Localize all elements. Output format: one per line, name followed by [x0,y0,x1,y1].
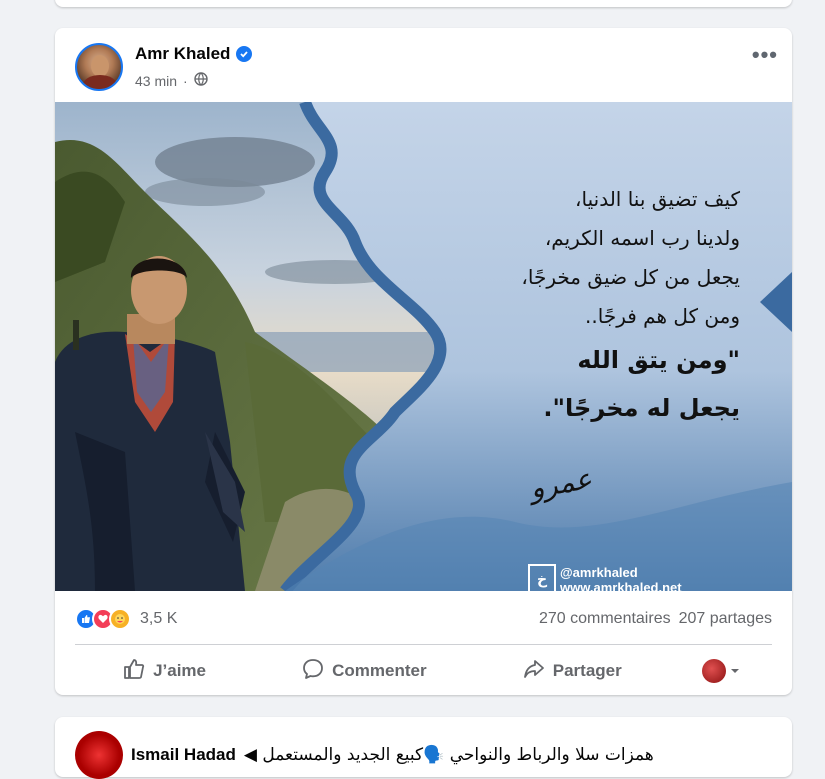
post-time[interactable]: 43 min [135,73,177,89]
author-avatar[interactable] [75,43,123,91]
post-actions: J’aime Commenter Partager [75,653,772,689]
caption-line-2: ولدينا رب اسمه الكريم، [544,226,740,250]
brand-logo: خ [528,564,556,591]
next-author-avatar[interactable] [75,731,123,779]
share-label: Partager [552,661,622,680]
engagement-counts: 270 commentaires 207 partages [539,610,772,628]
more-options-button[interactable]: ••• [752,42,778,68]
next-group-name[interactable]: همزات سلا والرباط والنواحي 🗣️كبيع الجديد… [244,745,654,765]
author-row: Amr Khaled [135,44,253,64]
share-icon [523,658,545,685]
comment-label: Commenter [332,661,427,680]
post-image[interactable]: كيف تضيق بنا الدنيا، ولدينا رب اسمه الكر… [55,102,792,591]
chevron-down-icon [730,661,740,681]
image-caption: كيف تضيق بنا الدنيا، ولدينا رب اسمه الكر… [440,180,740,432]
caption-line-3: يجعل من كل ضيق مخرجًا، [521,265,740,289]
social-handle: @amrkhaled [560,565,638,580]
shares-count[interactable]: 207 partages [679,610,772,628]
post-stats: 3,5 K 270 commentaires 207 partages [75,604,772,634]
site-url: www.amrkhaled.net [560,580,682,591]
reaction-count: 3,5 K [140,610,178,627]
post-card: Amr Khaled 43 min · ••• كيف تضيق بنا الد… [55,28,792,695]
caption-line-1: كيف تضيق بنا الدنيا، [575,187,740,211]
previous-post-card [55,0,792,7]
share-button[interactable]: Partager [507,652,638,691]
next-post-card: Ismail Hadad همزات سلا والرباط والنواحي … [55,717,792,779]
page-avatar [701,659,726,683]
post-header: Amr Khaled 43 min · [75,42,776,92]
caption-quote-2: يجعل له مخرجًا". [543,394,740,422]
post-meta: 43 min · [135,72,208,89]
reaction-identity-selector[interactable] [701,659,740,683]
caption-line-4: ومن كل هم فرجًا.. [585,304,740,328]
globe-icon [194,72,208,89]
comment-button[interactable]: Commenter [286,652,442,691]
like-button[interactable]: J’aime [107,652,222,691]
like-label: J’aime [153,661,206,680]
actions-divider [75,644,772,645]
next-author-name[interactable]: Ismail Hadad [131,745,236,765]
reactions-summary[interactable]: 3,5 K [75,608,177,630]
thumbs-up-icon [123,658,145,685]
verified-icon [236,46,253,62]
next-post-header: Ismail Hadad همزات سلا والرباط والنواحي … [75,731,654,779]
comments-count[interactable]: 270 commentaires [539,610,671,628]
comment-icon [302,658,324,685]
caption-quote-1: "ومن يتق الله [577,346,740,374]
care-reaction-icon [109,608,131,630]
author-name[interactable]: Amr Khaled [135,44,230,64]
